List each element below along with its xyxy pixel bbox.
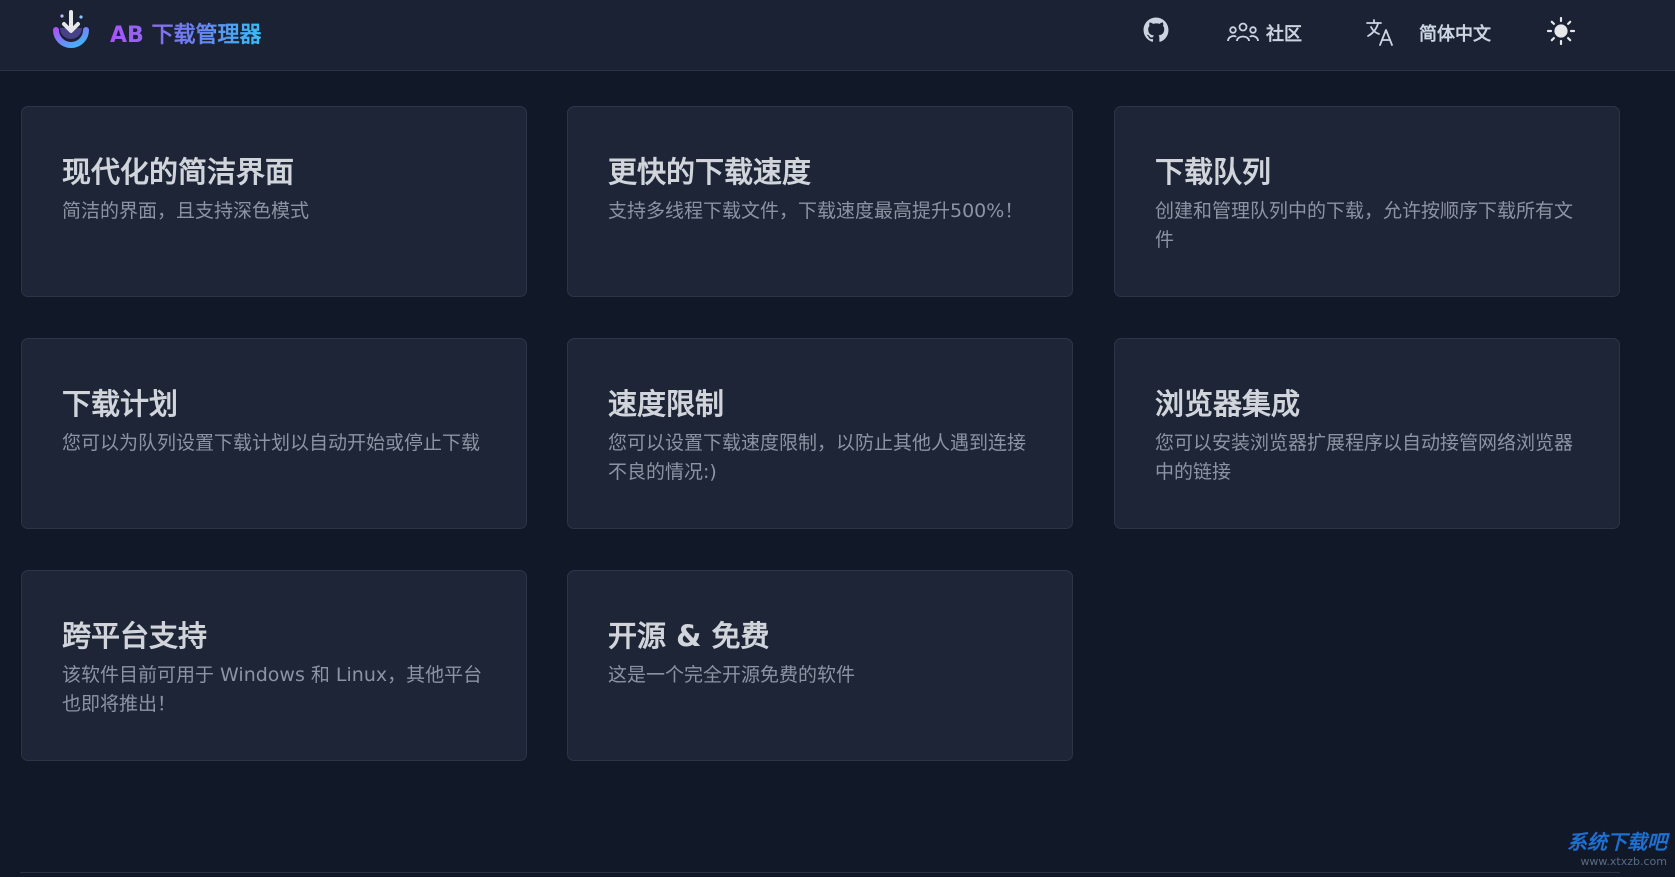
sun-icon[interactable] bbox=[1546, 16, 1576, 46]
github-icon[interactable] bbox=[1143, 17, 1169, 43]
feature-title: 速度限制 bbox=[608, 387, 725, 421]
feature-description: 您可以安装浏览器扩展程序以自动接管网络浏览器中的链接 bbox=[1155, 432, 1574, 483]
brand-title[interactable]: AB 下载管理器 bbox=[110, 17, 261, 49]
feature-card-faster-speed: 更快的下载速度 支持多线程下载文件，下载速度最高提升500%！ bbox=[567, 106, 1073, 297]
feature-title: 浏览器集成 bbox=[1155, 387, 1301, 421]
feature-description: 您可以为队列设置下载计划以自动开始或停止下载 bbox=[62, 432, 481, 454]
watermark-logo: 系统下载吧 bbox=[1567, 830, 1667, 854]
feature-title: 下载计划 bbox=[62, 387, 179, 421]
community-icon[interactable] bbox=[1227, 21, 1259, 43]
feature-card-download-queue: 下载队列 创建和管理队列中的下载，允许按顺序下载所有文件 bbox=[1114, 106, 1620, 297]
feature-card-cross-platform: 跨平台支持 该软件目前可用于 Windows 和 Linux，其他平台也即将推出… bbox=[21, 570, 527, 761]
feature-title: 现代化的简洁界面 bbox=[62, 155, 295, 189]
feature-title: 下载队列 bbox=[1155, 155, 1272, 189]
feature-card-speed-limit: 速度限制 您可以设置下载速度限制，以防止其他人遇到连接不良的情况:) bbox=[567, 338, 1073, 529]
feature-description: 创建和管理队列中的下载，允许按顺序下载所有文件 bbox=[1155, 200, 1574, 251]
feature-description: 支持多线程下载文件，下载速度最高提升500%！ bbox=[608, 200, 1024, 222]
language-selector[interactable]: 简体中文 bbox=[1419, 20, 1491, 46]
feature-description: 简洁的界面，且支持深色模式 bbox=[62, 200, 310, 222]
feature-card-modern-ui: 现代化的简洁界面 简洁的界面，且支持深色模式 bbox=[21, 106, 527, 297]
community-link[interactable]: 社区 bbox=[1266, 20, 1302, 46]
feature-title: 更快的下载速度 bbox=[608, 155, 812, 189]
watermark: 系统下载吧 www.xtxzb.com bbox=[1567, 826, 1667, 868]
translate-icon[interactable] bbox=[1365, 17, 1395, 47]
footer-divider bbox=[20, 872, 1620, 873]
watermark-url: www.xtxzb.com bbox=[1580, 855, 1667, 868]
feature-description: 您可以设置下载速度限制，以防止其他人遇到连接不良的情况:) bbox=[608, 432, 1027, 483]
feature-description: 这是一个完全开源免费的软件 bbox=[608, 664, 856, 686]
feature-card-download-schedule: 下载计划 您可以为队列设置下载计划以自动开始或停止下载 bbox=[21, 338, 527, 529]
top-navbar: AB 下载管理器 社区 简体中文 bbox=[0, 0, 1675, 71]
feature-title: 跨平台支持 bbox=[62, 619, 208, 653]
feature-description: 该软件目前可用于 Windows 和 Linux，其他平台也即将推出！ bbox=[62, 664, 483, 715]
feature-card-open-source: 开源 & 免费 这是一个完全开源免费的软件 bbox=[567, 570, 1073, 761]
feature-card-browser-integration: 浏览器集成 您可以安装浏览器扩展程序以自动接管网络浏览器中的链接 bbox=[1114, 338, 1620, 529]
feature-title: 开源 & 免费 bbox=[608, 619, 770, 653]
logo-icon[interactable] bbox=[50, 10, 92, 52]
